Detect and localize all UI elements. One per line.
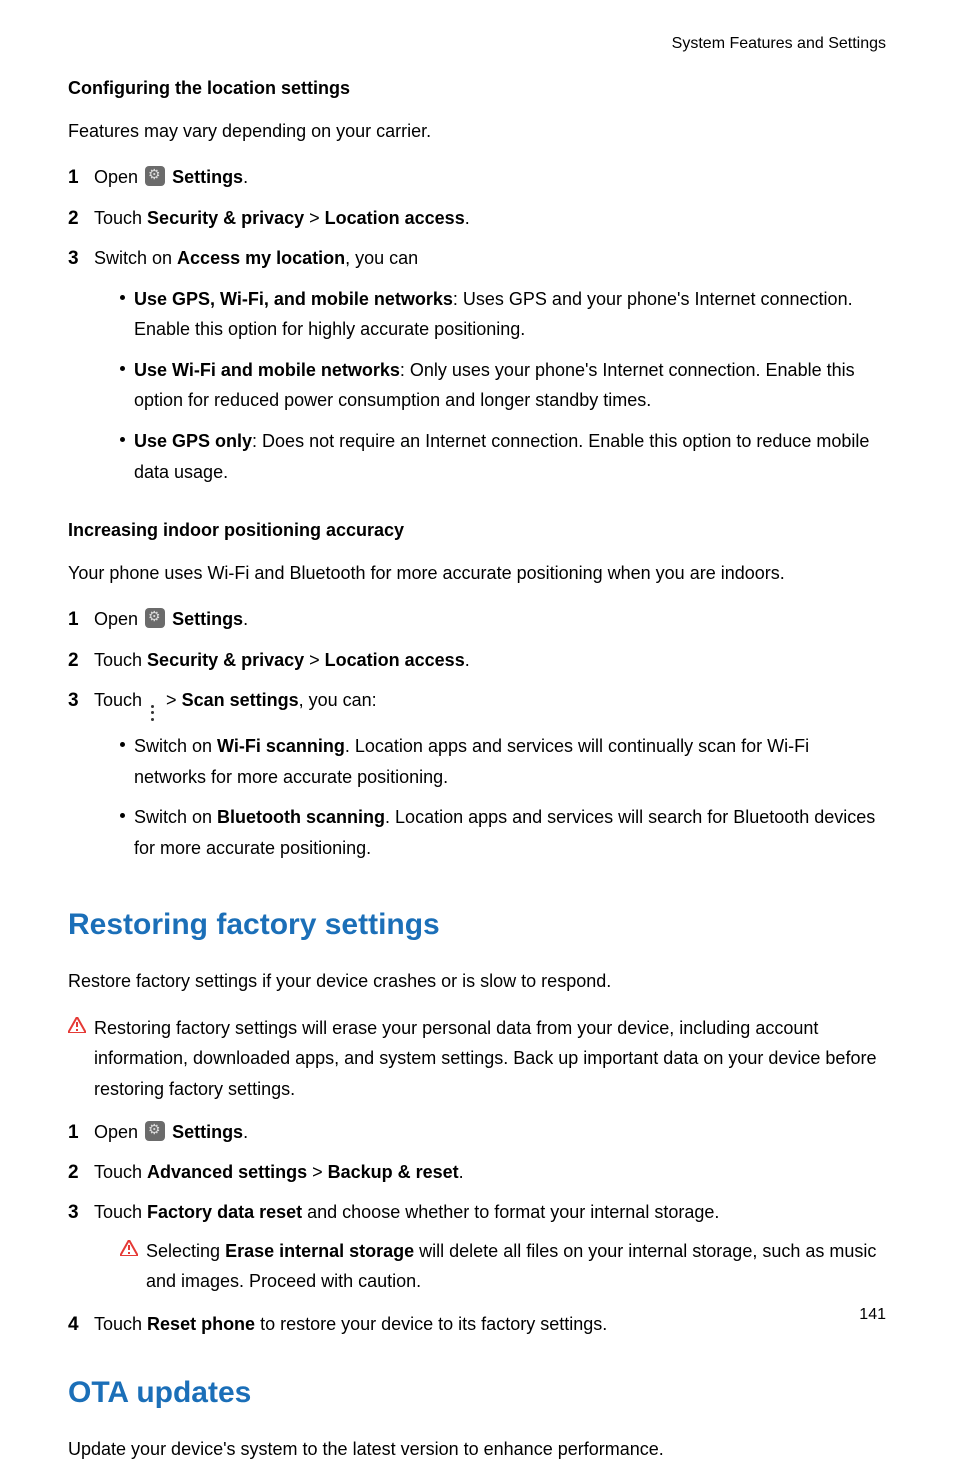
step-2: Touch Security & privacy > Location acce… [68, 645, 886, 677]
text: Open [94, 609, 143, 629]
steps-list-2: Open Settings. Touch Security & privacy … [68, 604, 886, 873]
option-bluetooth-scanning: Switch on Bluetooth scanning. Location a… [120, 802, 886, 863]
intro-para: Features may vary depending on your carr… [68, 116, 886, 147]
location-access-label: Location access [325, 650, 465, 670]
text: Touch [94, 650, 147, 670]
erase-internal-storage-label: Erase internal storage [225, 1241, 414, 1261]
steps-list-3: Open Settings. Touch Advanced settings >… [68, 1117, 886, 1342]
intro-para: Update your device's system to the lates… [68, 1434, 886, 1465]
option-label: Use Wi-Fi and mobile networks [134, 360, 400, 380]
settings-label: Settings [172, 609, 243, 629]
option-gps-wifi-mobile: Use GPS, Wi-Fi, and mobile networks: Use… [120, 284, 886, 345]
text: . [243, 609, 248, 629]
steps-list-1: Open Settings. Touch Security & privacy … [68, 162, 886, 497]
warning-icon [120, 1240, 140, 1256]
intro-para: Restore factory settings if your device … [68, 966, 886, 997]
wifi-scanning-label: Wi-Fi scanning [217, 736, 345, 756]
text: > [161, 690, 182, 710]
text: Touch [94, 690, 147, 710]
text: Switch on [134, 736, 217, 756]
access-my-location-label: Access my location [177, 248, 345, 268]
option-label: Use GPS only [134, 431, 252, 451]
text: . [465, 650, 470, 670]
subsection-title-configuring-location: Configuring the location settings [68, 73, 886, 104]
warning-callout: Selecting Erase internal storage will de… [94, 1236, 886, 1297]
step-1: Open Settings. [68, 162, 886, 194]
text: . [465, 208, 470, 228]
text: . [243, 167, 248, 187]
heading-restoring-factory-settings: Restoring factory settings [68, 899, 886, 950]
step-1: Open Settings. [68, 604, 886, 636]
advanced-settings-label: Advanced settings [147, 1162, 307, 1182]
text: Open [94, 167, 143, 187]
security-privacy-label: Security & privacy [147, 208, 304, 228]
warning-text: Selecting Erase internal storage will de… [146, 1236, 886, 1297]
settings-icon [145, 1121, 165, 1141]
more-vert-icon [151, 705, 155, 721]
text: . [243, 1122, 248, 1142]
settings-label: Settings [172, 1122, 243, 1142]
text: > [304, 650, 325, 670]
step-3: Touch Factory data reset and choose whet… [68, 1197, 886, 1301]
step-2: Touch Advanced settings > Backup & reset… [68, 1157, 886, 1189]
text: Touch [94, 1202, 147, 1222]
backup-reset-label: Backup & reset [328, 1162, 459, 1182]
settings-label: Settings [172, 167, 243, 187]
options-list: Use GPS, Wi-Fi, and mobile networks: Use… [94, 284, 886, 488]
text: to restore your device to its factory se… [255, 1314, 607, 1334]
step-3: Touch > Scan settings, you can: Switch o… [68, 685, 886, 873]
step-3: Switch on Access my location, you can Us… [68, 243, 886, 497]
text: > [304, 208, 325, 228]
warning-callout: Restoring factory settings will erase yo… [68, 1013, 886, 1105]
warning-icon [68, 1017, 88, 1033]
option-wifi-mobile: Use Wi-Fi and mobile networks: Only uses… [120, 355, 886, 416]
option-wifi-scanning: Switch on Wi-Fi scanning. Location apps … [120, 731, 886, 792]
step-4: Touch Reset phone to restore your device… [68, 1309, 886, 1341]
warning-text: Restoring factory settings will erase yo… [94, 1013, 886, 1105]
text: Open [94, 1122, 143, 1142]
text: , you can [345, 248, 418, 268]
text: Touch [94, 208, 147, 228]
reset-phone-label: Reset phone [147, 1314, 255, 1334]
page-header: System Features and Settings [68, 30, 886, 57]
text: Touch [94, 1314, 147, 1334]
step-1: Open Settings. [68, 1117, 886, 1149]
options-list: Switch on Wi-Fi scanning. Location apps … [94, 731, 886, 863]
text: Switch on [94, 248, 177, 268]
location-access-label: Location access [325, 208, 465, 228]
text: and choose whether to format your intern… [302, 1202, 719, 1222]
intro-para: Your phone uses Wi-Fi and Bluetooth for … [68, 558, 886, 589]
scan-settings-label: Scan settings [182, 690, 299, 710]
page-number: 141 [859, 1301, 886, 1328]
subsection-title-indoor-positioning: Increasing indoor positioning accuracy [68, 515, 886, 546]
text: . [459, 1162, 464, 1182]
settings-icon [145, 608, 165, 628]
bluetooth-scanning-label: Bluetooth scanning [217, 807, 385, 827]
step-2: Touch Security & privacy > Location acce… [68, 203, 886, 235]
text: , you can: [299, 690, 377, 710]
heading-ota-updates: OTA updates [68, 1367, 886, 1418]
text: Touch [94, 1162, 147, 1182]
option-label: Use GPS, Wi-Fi, and mobile networks [134, 289, 453, 309]
factory-data-reset-label: Factory data reset [147, 1202, 302, 1222]
option-gps-only: Use GPS only: Does not require an Intern… [120, 426, 886, 487]
text: Selecting [146, 1241, 225, 1261]
text: Switch on [134, 807, 217, 827]
text: > [307, 1162, 328, 1182]
settings-icon [145, 166, 165, 186]
security-privacy-label: Security & privacy [147, 650, 304, 670]
